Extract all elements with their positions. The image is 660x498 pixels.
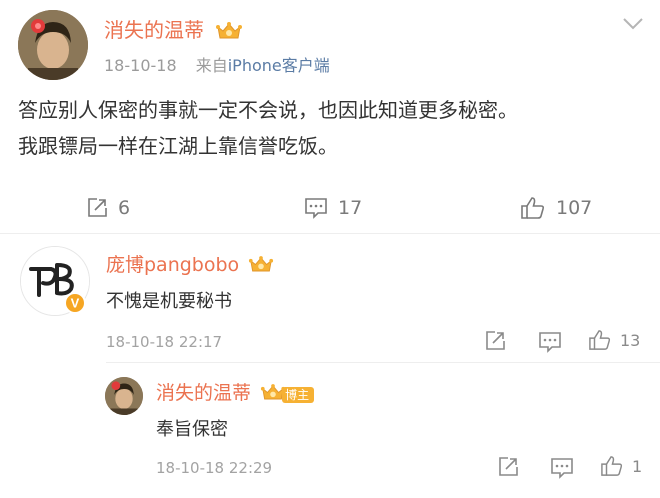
comment-count: 17	[338, 197, 363, 219]
reply-text: 奉旨保密	[156, 419, 228, 440]
reply-author-name[interactable]: 消失的温蒂	[156, 382, 251, 404]
comment-divider	[106, 362, 660, 363]
comment-button[interactable]: 17	[304, 197, 362, 219]
reply-repost-button[interactable]	[497, 456, 519, 478]
thumbs-up-icon	[600, 455, 624, 477]
post-meta: 18-10-18 来自iPhone客户端	[104, 52, 330, 76]
comment-like-button[interactable]: 13	[588, 329, 640, 351]
comment-author-name[interactable]: 庞博pangbobo	[106, 254, 239, 276]
comment-author-row: 庞博pangbobo	[106, 250, 274, 278]
comment-reply-button[interactable]	[538, 331, 562, 353]
repost-button[interactable]: 6	[86, 197, 130, 219]
post-source-link[interactable]: iPhone客户端	[228, 56, 330, 75]
post-body: 答应别人保密的事就一定不会说，也因此知道更多秘密。 我跟镖局一样在江湖上靠信誉吃…	[18, 92, 518, 164]
post-source-prefix: 来自	[195, 56, 228, 75]
comment-icon	[538, 331, 562, 353]
verified-mark: V	[71, 296, 80, 311]
comment-time: 18-10-18 22:17	[106, 333, 223, 351]
post-time: 18-10-18	[104, 56, 177, 75]
like-button[interactable]: 107	[520, 196, 592, 220]
reply-reply-button[interactable]	[550, 457, 574, 479]
repost-icon	[484, 330, 506, 352]
repost-icon	[497, 456, 519, 478]
reply-author-row: 消失的温蒂 博主	[156, 378, 315, 406]
comment-icon	[304, 197, 338, 219]
post-author-row: 消失的温蒂	[104, 14, 243, 45]
thumbs-up-icon	[588, 329, 612, 351]
comment-icon	[550, 457, 574, 479]
post-text-line-2: 我跟镖局一样在江湖上靠信誉吃饭。	[18, 134, 338, 158]
comment-repost-button[interactable]	[484, 330, 506, 352]
post-menu-button[interactable]	[622, 16, 644, 35]
post-author-avatar[interactable]	[18, 10, 88, 80]
verified-badge: V	[64, 292, 86, 318]
reply-like-count: 1	[632, 456, 643, 476]
blogger-badge: 博主	[282, 386, 315, 403]
comment-text: 不愧是机要秘书	[106, 291, 232, 312]
repost-count: 6	[118, 197, 131, 219]
comment-like-count: 13	[620, 330, 641, 350]
post-text-line-1: 答应别人保密的事就一定不会说，也因此知道更多秘密。	[18, 98, 518, 122]
chevron-down-icon	[622, 16, 644, 35]
post-author-name[interactable]: 消失的温蒂	[104, 18, 204, 42]
reply-like-button[interactable]: 1	[600, 455, 642, 477]
crown-badge-icon	[248, 255, 274, 278]
section-divider	[0, 233, 660, 234]
repost-icon	[86, 197, 118, 219]
reply-time: 18-10-18 22:29	[156, 459, 273, 477]
like-count: 107	[556, 197, 593, 219]
crown-badge-icon	[215, 21, 243, 45]
thumbs-up-icon	[520, 196, 556, 220]
reply-author-avatar[interactable]	[105, 377, 143, 415]
